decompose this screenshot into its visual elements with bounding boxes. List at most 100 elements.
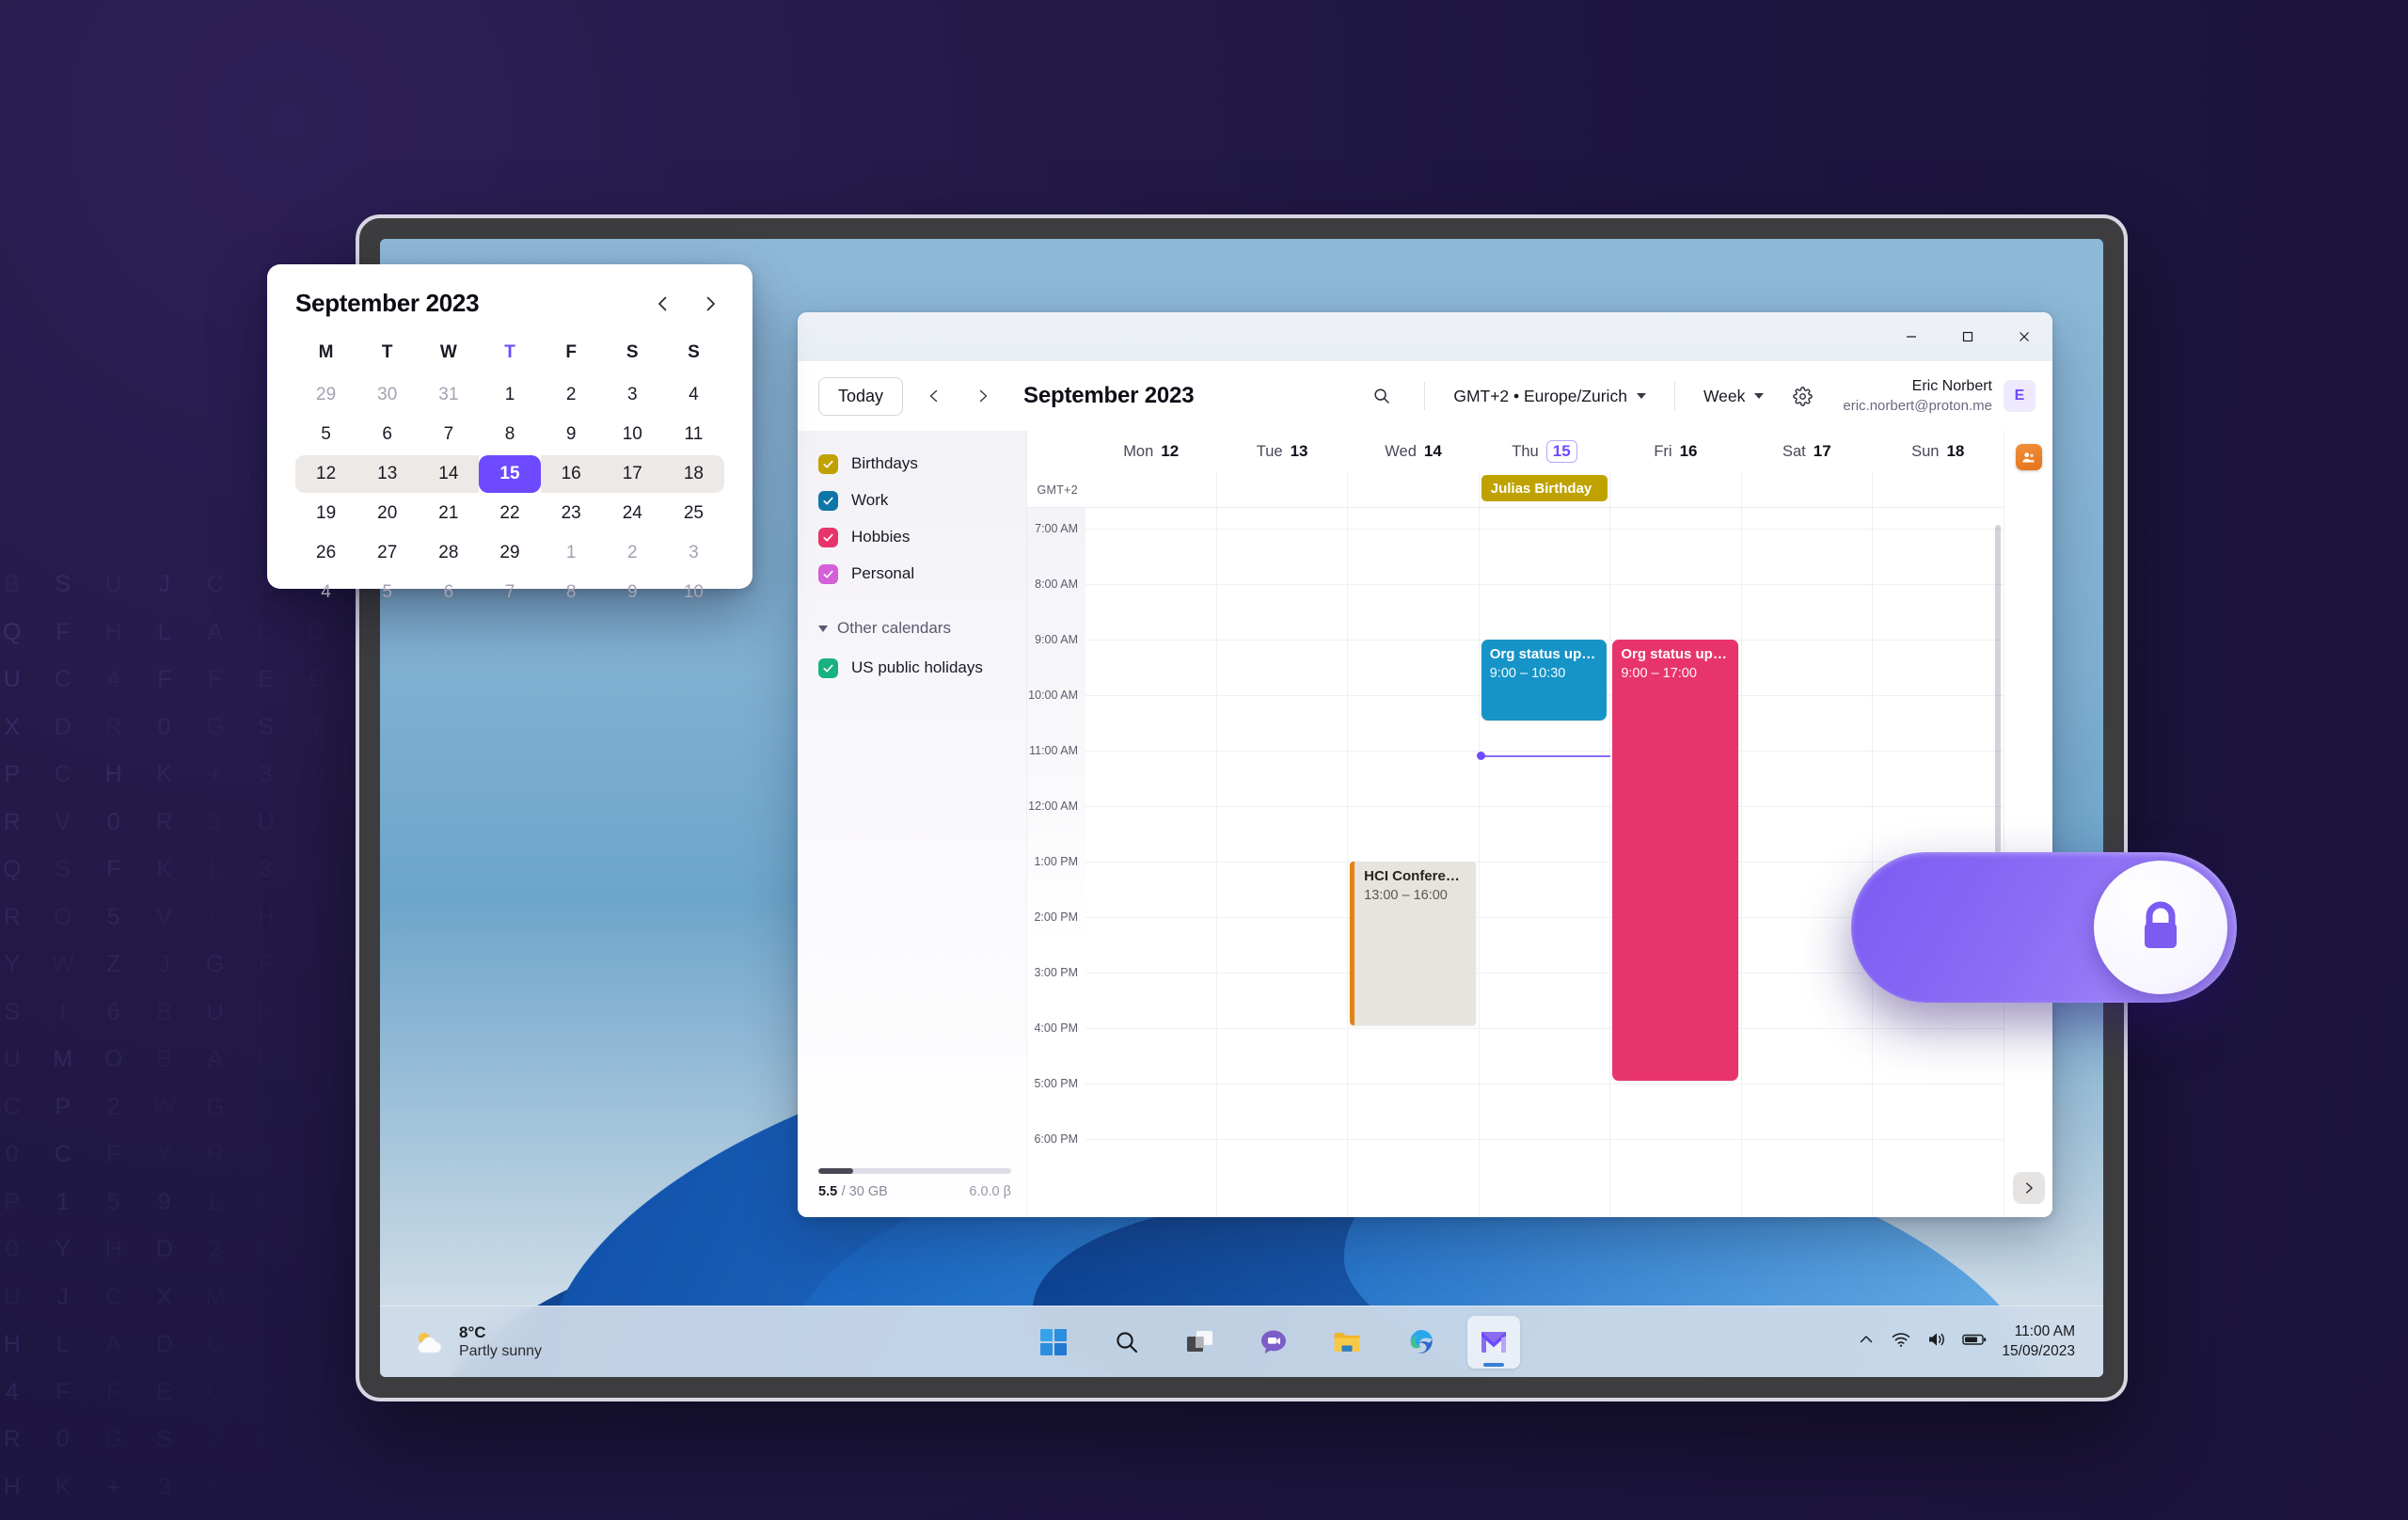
taskbar-weather[interactable]: 8°C Partly sunny (380, 1322, 690, 1361)
previous-week-button[interactable] (916, 378, 952, 414)
mini-calendar-day[interactable]: 25 (663, 495, 724, 532)
storage-widget[interactable]: 5.5 / 30 GB 6.0.0 β (818, 1168, 1011, 1217)
day-column-fri[interactable]: Org status upd... 9:00 – 17:00 (1609, 508, 1741, 1217)
next-week-button[interactable] (965, 378, 1001, 414)
calendar-item-us-public-holidays[interactable]: US public holidays (818, 652, 1011, 684)
minimize-button[interactable] (1883, 312, 1940, 361)
mini-calendar-day[interactable]: 5 (295, 416, 356, 453)
mini-calendar-day[interactable]: 29 (295, 376, 356, 414)
taskbar-clock[interactable]: 11:00 AM 15/09/2023 (2002, 1322, 2075, 1362)
day-header-fri[interactable]: Fri 16 (1610, 442, 1741, 461)
mini-calendar-day[interactable]: 15 (479, 455, 541, 493)
user-account[interactable]: Eric Norbert eric.norbert@proton.me E (1843, 377, 2036, 415)
mini-calendar-day[interactable]: 4 (295, 574, 356, 611)
mini-calendar-day[interactable]: 28 (418, 534, 479, 572)
mini-calendar-day[interactable]: 6 (356, 416, 418, 453)
mini-calendar-day[interactable]: 27 (356, 534, 418, 572)
contacts-icon[interactable] (2015, 444, 2042, 470)
calendar-event[interactable]: HCI Conference 13:00 – 16:00 (1350, 862, 1476, 1025)
chevron-up-icon[interactable] (1857, 1330, 1876, 1354)
all-day-cell[interactable] (1085, 472, 1216, 507)
battery-icon[interactable] (1962, 1332, 1987, 1352)
day-column-mon[interactable] (1085, 508, 1216, 1217)
mini-calendar-day[interactable]: 5 (356, 574, 418, 611)
volume-icon[interactable] (1926, 1330, 1947, 1354)
mini-calendar-next-button[interactable] (696, 290, 724, 318)
mini-calendar-day[interactable]: 8 (479, 416, 540, 453)
day-header-tue[interactable]: Tue 13 (1216, 442, 1347, 461)
mini-calendar-day[interactable]: 12 (295, 455, 357, 493)
maximize-button[interactable] (1940, 312, 1996, 361)
mini-calendar-day[interactable]: 19 (295, 495, 356, 532)
mini-calendar-day[interactable]: 7 (418, 416, 479, 453)
mini-calendar-day[interactable]: 23 (541, 495, 602, 532)
mini-calendar-prev-button[interactable] (649, 290, 677, 318)
avatar[interactable]: E (2004, 379, 2036, 412)
calendar-item-hobbies[interactable]: Hobbies (818, 521, 1011, 553)
checkbox-icon[interactable] (818, 657, 838, 678)
calendar-event[interactable]: Org status upd... 9:00 – 10:30 (1481, 640, 1608, 720)
day-column-tue[interactable] (1215, 508, 1348, 1217)
mini-calendar-day[interactable]: 1 (479, 376, 540, 414)
mini-calendar-day[interactable]: 13 (356, 455, 419, 493)
proton-mail-button[interactable] (1467, 1315, 1521, 1369)
all-day-cell[interactable] (1215, 472, 1348, 507)
mini-calendar-day[interactable]: 10 (663, 574, 724, 611)
mini-calendar-day[interactable]: 18 (662, 455, 724, 493)
close-button[interactable] (1996, 312, 2052, 361)
mini-calendar-day[interactable]: 11 (663, 416, 724, 453)
mini-calendar-day[interactable]: 2 (541, 376, 602, 414)
expand-panel-button[interactable] (2012, 1172, 2045, 1204)
mini-calendar-day[interactable]: 16 (540, 455, 602, 493)
mini-calendar-day[interactable]: 20 (356, 495, 418, 532)
edge-button[interactable] (1394, 1316, 1447, 1369)
calendar-item-work[interactable]: Work (818, 484, 1011, 516)
mini-calendar-day[interactable]: 31 (418, 376, 479, 414)
mini-calendar-day[interactable]: 2 (602, 534, 663, 572)
checkbox-icon[interactable] (818, 490, 838, 511)
timezone-dropdown[interactable]: GMT+2 • Europe/Zurich (1448, 387, 1652, 406)
day-header-sat[interactable]: Sat 17 (1741, 442, 1872, 461)
wifi-icon[interactable] (1891, 1330, 1911, 1354)
day-column-wed[interactable]: HCI Conference 13:00 – 16:00 (1347, 508, 1479, 1217)
mini-calendar-day[interactable]: 10 (602, 416, 663, 453)
all-day-cell[interactable] (1609, 472, 1741, 507)
day-header-wed[interactable]: Wed 14 (1348, 442, 1479, 461)
start-button[interactable] (1027, 1316, 1080, 1369)
checkbox-icon[interactable] (818, 527, 838, 547)
mini-calendar-day[interactable]: 9 (602, 574, 663, 611)
lock-toggle[interactable] (1851, 852, 2237, 1003)
search-icon[interactable] (1362, 376, 1402, 416)
task-view-button[interactable] (1174, 1316, 1227, 1369)
checkbox-icon[interactable] (818, 453, 838, 474)
all-day-event[interactable]: Julias Birthday (1481, 475, 1608, 501)
mini-calendar-day[interactable]: 4 (663, 376, 724, 414)
checkbox-icon[interactable] (818, 563, 838, 584)
search-button[interactable] (1101, 1316, 1153, 1369)
all-day-cell[interactable]: Julias Birthday (1478, 472, 1610, 507)
all-day-cell[interactable] (1872, 472, 2004, 507)
mini-calendar-day[interactable]: 22 (479, 495, 540, 532)
day-column-sat[interactable] (1740, 508, 1873, 1217)
day-header-thu[interactable]: Thu 15 (1479, 440, 1609, 463)
all-day-cell[interactable] (1740, 472, 1873, 507)
day-header-mon[interactable]: Mon 12 (1085, 442, 1216, 461)
gear-icon[interactable] (1782, 376, 1822, 416)
mini-calendar-day[interactable]: 24 (602, 495, 663, 532)
day-column-thu[interactable]: Org status upd... 9:00 – 10:30 (1478, 508, 1610, 1217)
mini-calendar-day[interactable]: 30 (356, 376, 418, 414)
today-button[interactable]: Today (818, 376, 904, 416)
mini-calendar-day[interactable]: 1 (541, 534, 602, 572)
other-calendars-header[interactable]: Other calendars (818, 614, 1011, 642)
mini-calendar-day[interactable]: 17 (601, 455, 663, 493)
mini-calendar-day[interactable]: 26 (295, 534, 356, 572)
mini-calendar-day[interactable]: 14 (418, 455, 480, 493)
view-dropdown[interactable]: Week (1698, 387, 1769, 406)
day-header-sun[interactable]: Sun 18 (1873, 442, 2004, 461)
time-grid-scroll[interactable]: HCI Conference 13:00 – 16:00 Org status up… (1027, 508, 2004, 1217)
mini-calendar-day[interactable]: 8 (541, 574, 602, 611)
chat-button[interactable] (1247, 1316, 1300, 1369)
mini-calendar-day[interactable]: 21 (418, 495, 479, 532)
mini-calendar-day[interactable]: 9 (541, 416, 602, 453)
file-explorer-button[interactable] (1321, 1316, 1373, 1369)
